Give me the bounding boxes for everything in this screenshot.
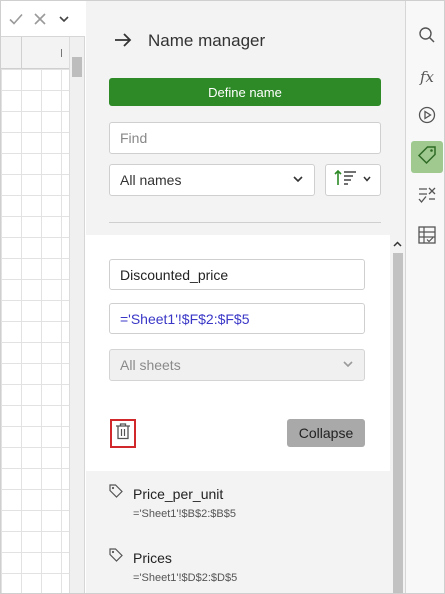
name-field[interactable]: Discounted_price: [109, 259, 365, 290]
checklist-icon: [417, 185, 437, 210]
sort-icon: [334, 168, 358, 193]
delete-name-button[interactable]: [110, 419, 136, 448]
tag-icon: [109, 548, 123, 567]
chevron-down-icon: [362, 171, 372, 189]
panel-scrollbar[interactable]: [390, 235, 405, 593]
tag-icon: [417, 145, 437, 170]
name-label: Price_per_unit: [133, 485, 224, 502]
collapse-button[interactable]: Collapse: [287, 419, 365, 447]
tag-icon: [109, 484, 123, 503]
filter-selected-value: All names: [120, 172, 182, 188]
checklist-tool-button[interactable]: [411, 181, 443, 213]
list-item[interactable]: Price_per_unit ='Sheet1'!$B$2:$B$5: [109, 484, 369, 520]
scroll-up-icon[interactable]: [392, 237, 403, 248]
play-icon: [418, 106, 436, 129]
cell-grid[interactable]: [1, 69, 69, 593]
app-window: Name manager Define name All names: [0, 0, 445, 594]
macro-tool-button[interactable]: [411, 101, 443, 133]
table-icon: [417, 225, 437, 250]
reference-field[interactable]: ='Sheet1'!$F$2:$F$5: [109, 303, 365, 334]
sort-button[interactable]: [325, 164, 381, 196]
panel-header: Name manager: [86, 1, 405, 81]
names-filter-select[interactable]: All names: [109, 164, 315, 196]
divider: [109, 222, 381, 223]
panel-scrollbar-thumb[interactable]: [393, 253, 403, 593]
panel-title: Name manager: [148, 31, 266, 50]
name-label: Prices: [133, 549, 172, 566]
name-manager-panel: Name manager Define name All names: [86, 1, 405, 593]
search-icon: [418, 26, 436, 49]
chevron-down-icon[interactable]: [55, 10, 73, 28]
find-input[interactable]: [109, 122, 381, 154]
function-icon: fx: [419, 68, 434, 86]
define-name-button[interactable]: Define name: [109, 78, 381, 106]
grid-column-line: [21, 69, 22, 593]
list-item[interactable]: Prices ='Sheet1'!$D$2:$D$5: [109, 548, 369, 584]
name-manager-tool-button[interactable]: [411, 141, 443, 173]
column-separator: [21, 37, 22, 69]
search-tool-button[interactable]: [411, 21, 443, 53]
function-tool-button[interactable]: fx: [411, 61, 443, 93]
check-icon[interactable]: [7, 10, 25, 28]
arrow-right-icon[interactable]: [112, 29, 134, 51]
chevron-down-icon: [292, 172, 304, 188]
trash-icon: [115, 422, 131, 445]
side-toolbar: fx: [405, 1, 444, 593]
sheet-scrollbar-thumb[interactable]: [72, 57, 82, 77]
table-tool-button[interactable]: [411, 221, 443, 253]
name-editor: Discounted_price ='Sheet1'!$F$2:$F$5 All…: [86, 235, 390, 471]
x-icon[interactable]: [31, 10, 49, 28]
spreadsheet-area: [1, 1, 85, 593]
scope-select: All sheets: [109, 349, 365, 381]
column-resize-mark[interactable]: [61, 49, 62, 57]
chevron-down-icon: [342, 357, 354, 373]
column-header: [1, 37, 69, 69]
name-reference: ='Sheet1'!$D$2:$D$5: [133, 572, 238, 584]
name-reference: ='Sheet1'!$B$2:$B$5: [133, 508, 236, 520]
sheet-scrollbar[interactable]: [69, 37, 84, 593]
scope-selected-value: All sheets: [120, 357, 181, 373]
formula-bar: [1, 1, 85, 37]
